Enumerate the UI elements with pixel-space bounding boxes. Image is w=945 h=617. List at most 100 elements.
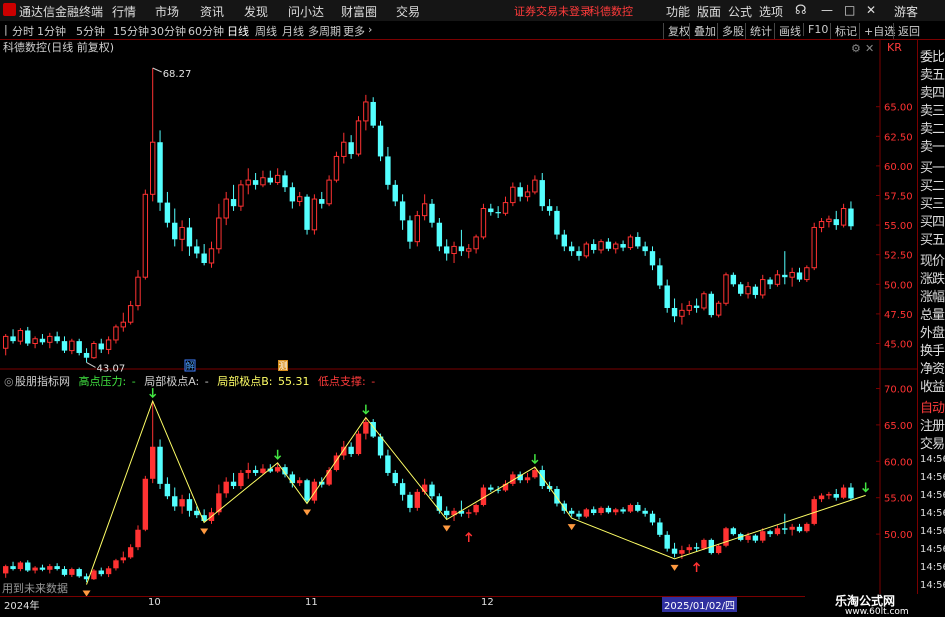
headset-icon[interactable]: ☊ (795, 3, 807, 18)
tool-back[interactable]: 返回 (893, 23, 920, 39)
indicator-candle (444, 510, 450, 516)
side-buy3[interactable]: 买三 (920, 193, 945, 212)
menu-caifuquan[interactable]: 财富圈 (341, 3, 377, 20)
side-sell5[interactable]: 卖五 (920, 64, 945, 83)
side-net-asset[interactable]: 净资 (920, 358, 945, 377)
side-register[interactable]: 注册 (920, 415, 945, 434)
side-sell4[interactable]: 卖四 (920, 82, 945, 101)
side-time-4: 14:56 (920, 508, 945, 519)
tool-huaxian[interactable]: 画线 (774, 23, 801, 39)
close-icon[interactable]: ✕ (866, 3, 876, 17)
period-fenshi[interactable]: 分时 (12, 23, 34, 39)
app-title: 通达信金融终端 (19, 5, 104, 19)
indicator-candle (230, 481, 237, 487)
user-label[interactable]: 游客 (894, 3, 918, 20)
main-candle (319, 199, 325, 204)
login-notice[interactable]: 证券交易未登录 (514, 3, 591, 19)
indicator-circle-icon[interactable]: ◎ (4, 375, 14, 388)
side-price[interactable]: 现价 (920, 250, 945, 269)
side-weibi[interactable]: 委比 (920, 46, 945, 65)
indicator-candle (399, 483, 406, 495)
menu-shichang[interactable]: 市场 (155, 3, 179, 20)
event-marker-a[interactable]: 解 (184, 359, 196, 372)
main-candle (554, 210, 560, 235)
main-candle (61, 341, 68, 351)
more-chevron-icon[interactable]: › (368, 23, 372, 36)
period-60min[interactable]: 60分钟 (188, 23, 224, 39)
main-candle (752, 286, 759, 295)
side-toggle-icon[interactable]: | (4, 23, 8, 36)
side-turnover[interactable]: 换手 (920, 340, 945, 359)
menu-banmian[interactable]: 版面 (697, 3, 721, 20)
side-change-pct[interactable]: 涨幅 (920, 286, 945, 305)
side-time-7: 14:56 (920, 562, 945, 573)
panel-close-icon[interactable]: ✕ (865, 42, 874, 55)
tool-tongji[interactable]: 统计 (745, 23, 772, 39)
menu-xuanxiang[interactable]: 选项 (759, 3, 783, 20)
period-1min[interactable]: 1分钟 (37, 23, 66, 39)
tool-biaoji[interactable]: 标记 (830, 23, 857, 39)
event-marker-b[interactable]: 测 (278, 360, 288, 372)
main-candle (738, 284, 744, 294)
indicator-candle (568, 510, 575, 514)
tool-add-watchlist[interactable]: +自选 (859, 23, 895, 39)
side-change[interactable]: 涨跌 (920, 268, 945, 287)
tool-duogu[interactable]: 多股 (717, 23, 744, 39)
menu-gongneng[interactable]: 功能 (666, 3, 690, 20)
indicator-candle (98, 570, 104, 575)
side-outer[interactable]: 外盘 (920, 322, 945, 341)
main-axis-label: 55.00 (884, 221, 913, 232)
side-time-2: 14:56 (920, 472, 945, 483)
period-5min[interactable]: 5分钟 (76, 23, 105, 39)
side-buy2[interactable]: 买二 (920, 175, 945, 194)
tool-f10[interactable]: F10 (803, 23, 828, 36)
side-sell1[interactable]: 卖一 (920, 136, 945, 155)
period-multi[interactable]: 多周期 (308, 23, 341, 39)
low-support-label: 低点支撑: (318, 374, 366, 388)
menu-gongshi[interactable]: 公式 (728, 3, 752, 20)
indicator-candle (591, 509, 597, 513)
side-auto[interactable]: 自动 (920, 397, 945, 416)
side-sell3[interactable]: 卖三 (920, 100, 945, 119)
maximize-icon[interactable]: □ (844, 3, 855, 17)
main-candle (297, 196, 303, 202)
main-candle (561, 234, 567, 247)
menu-zixun[interactable]: 资讯 (200, 3, 224, 20)
indicator-candle (355, 433, 362, 455)
menu-jiaoyi[interactable]: 交易 (396, 3, 420, 20)
main-candle (671, 307, 678, 317)
side-trade[interactable]: 交易 (920, 433, 945, 452)
menu-hangqing[interactable]: 行情 (112, 3, 136, 20)
period-monthly[interactable]: 月线 (282, 23, 304, 39)
main-candle (216, 217, 222, 250)
period-weekly[interactable]: 周线 (255, 23, 277, 39)
tool-diejia[interactable]: 叠加 (689, 23, 716, 39)
main-candle (649, 251, 656, 266)
side-sell2[interactable]: 卖二 (920, 118, 945, 137)
period-more[interactable]: 更多 (343, 23, 365, 39)
indicator-candle (150, 446, 156, 479)
side-volume[interactable]: 总量 (920, 304, 945, 323)
indicator-candle (260, 468, 266, 473)
menu-faxian[interactable]: 发现 (244, 3, 268, 20)
side-buy4[interactable]: 买四 (920, 211, 945, 230)
indicator-candle (752, 535, 759, 541)
main-candle (194, 246, 200, 254)
indicator-legend: ◎ 股朋指标网 高点压力: - 局部极点A: - 局部极点B: 55.31 低点… (4, 374, 375, 388)
period-daily[interactable]: 日线 (227, 23, 249, 39)
indicator-candle (32, 567, 38, 571)
menu-wenxiaoda[interactable]: 问小达 (288, 3, 324, 20)
kline-chart[interactable]: 科德数控(日线 前复权) ⚙ ✕ KR ◎ 股朋指标网 高点压力: - 局部极点… (0, 40, 917, 596)
side-buy1[interactable]: 买一 (920, 157, 945, 176)
tool-fuquan[interactable]: 复权 (663, 23, 690, 39)
settings-gear-icon[interactable]: ⚙ (851, 42, 861, 55)
date-label-2024: 2024年 (4, 601, 40, 612)
minimize-icon[interactable]: — (821, 3, 833, 17)
period-30min[interactable]: 30分钟 (150, 23, 186, 39)
side-buy5[interactable]: 买五 (920, 229, 945, 248)
quote-side-panel: 委比 卖五 卖四 卖三 卖二 卖一 买一 买二 买三 买四 买五 现价 涨跌 涨… (917, 40, 945, 596)
high-pressure-value: - (132, 375, 136, 388)
side-earnings[interactable]: 收益 (920, 376, 945, 395)
indicator-candle (429, 484, 435, 497)
period-15min[interactable]: 15分钟 (113, 23, 149, 39)
